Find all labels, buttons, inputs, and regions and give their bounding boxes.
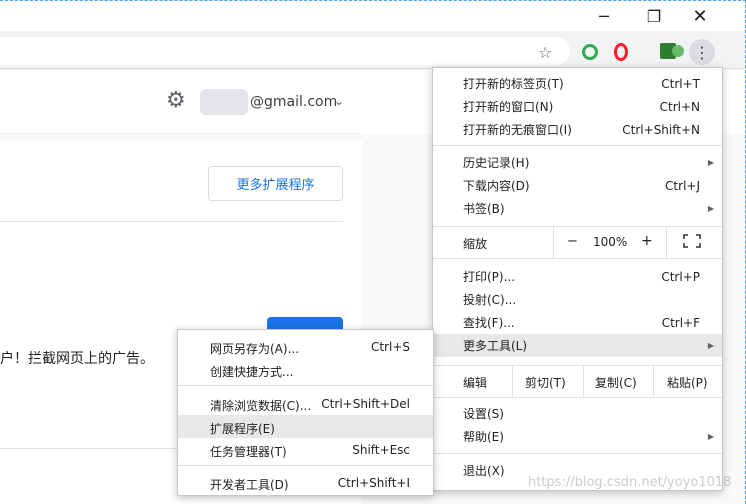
menu-separator — [433, 145, 722, 146]
submenu-item-dev-tools[interactable]: 开发者工具(D) Ctrl+Shift+I — [178, 471, 433, 494]
menu-item-shortcut: Ctrl+J — [665, 178, 700, 193]
extension-badge-icon — [672, 45, 684, 57]
submenu-item-label: 开发者工具(D) — [210, 478, 289, 492]
submenu-separator — [178, 465, 433, 466]
account-email[interactable]: @gmail.com — [250, 94, 337, 110]
submenu-item-label: 创建快捷方式... — [210, 365, 294, 379]
menu-item-history[interactable]: 历史记录(H) ▶ — [433, 151, 722, 174]
submenu-item-create-shortcut[interactable]: 创建快捷方式... — [178, 358, 433, 381]
card-divider — [0, 221, 343, 222]
zoom-out-button[interactable]: − — [567, 234, 578, 249]
menu-item-print[interactable]: 打印(P)... Ctrl+P — [433, 265, 722, 288]
menu-item-label: 投射(C)... — [463, 293, 517, 307]
close-button[interactable]: ✕ — [677, 1, 723, 31]
submenu-item-label: 任务管理器(T) — [210, 445, 287, 459]
menu-item-shortcut: Ctrl+T — [661, 76, 700, 91]
copy-button[interactable]: 复制(C) — [595, 374, 637, 391]
submenu-item-label: 清除浏览数据(C)... — [210, 399, 312, 413]
menu-edit-row: 编辑 剪切(T) 复制(C) 粘贴(P) — [433, 366, 722, 396]
menu-item-find[interactable]: 查找(F)... Ctrl+F — [433, 311, 722, 334]
edit-divider — [653, 366, 654, 396]
zoom-divider — [666, 227, 667, 258]
menu-separator — [433, 258, 722, 259]
menu-item-label: 设置(S) — [463, 407, 504, 421]
watermark: https://blog.csdn.net/yoyo1018 — [528, 475, 732, 490]
page-header: ⚙ @gmail.com ⌄ — [0, 70, 360, 134]
title-bar: ─ ❐ ✕ — [0, 1, 745, 31]
zoom-level: 100% — [593, 235, 628, 249]
menu-item-help[interactable]: 帮助(E) ▶ — [433, 425, 722, 448]
menu-item-shortcut: Ctrl+F — [661, 315, 700, 330]
minimize-button[interactable]: ─ — [581, 1, 627, 31]
menu-item-cast[interactable]: 投射(C)... — [433, 288, 722, 311]
edit-divider — [512, 366, 513, 396]
submenu-item-task-manager[interactable]: 任务管理器(T) Shift+Esc — [178, 438, 433, 461]
submenu-item-save-page[interactable]: 网页另存为(A)... Ctrl+S — [178, 335, 433, 358]
menu-item-downloads[interactable]: 下载内容(D) Ctrl+J — [433, 174, 722, 197]
menu-item-label: 打开新的无痕窗口(I) — [463, 123, 572, 137]
browser-toolbar: ☆ ⋮ — [0, 31, 745, 69]
submenu-item-shortcut: Ctrl+S — [370, 340, 410, 354]
menu-item-new-tab[interactable]: 打开新的标签页(T) Ctrl+T — [433, 72, 722, 95]
menu-item-label: 帮助(E) — [463, 430, 504, 444]
submenu-item-clear-data[interactable]: 清除浏览数据(C)... Ctrl+Shift+Del — [178, 392, 433, 415]
menu-item-label: 退出(X) — [463, 464, 505, 478]
menu-item-bookmarks[interactable]: 书签(B) ▶ — [433, 197, 722, 220]
cut-button[interactable]: 剪切(T) — [525, 374, 566, 391]
menu-item-label: 查找(F)... — [463, 316, 515, 330]
submenu-item-label: 扩展程序(E) — [210, 422, 275, 436]
menu-item-new-incognito[interactable]: 打开新的无痕窗口(I) Ctrl+Shift+N — [433, 118, 722, 141]
menu-item-label: 书签(B) — [463, 202, 505, 216]
maximize-button[interactable]: ❐ — [631, 1, 677, 31]
submenu-item-shortcut: Ctrl+Shift+I — [337, 476, 410, 490]
opera-extension-icon[interactable] — [614, 43, 628, 61]
edit-label: 编辑 — [463, 376, 488, 390]
submenu-arrow-icon: ▶ — [707, 341, 714, 350]
zoom-divider — [553, 227, 554, 258]
menu-item-label: 打开新的窗口(N) — [463, 100, 554, 114]
menu-item-label: 更多工具(L) — [463, 339, 528, 353]
menu-item-label: 打印(P)... — [463, 270, 516, 284]
address-bar[interactable] — [0, 37, 570, 65]
gear-icon[interactable]: ⚙ — [166, 88, 186, 113]
menu-item-new-window[interactable]: 打开新的窗口(N) Ctrl+N — [433, 95, 722, 118]
submenu-item-shortcut: Shift+Esc — [352, 443, 410, 457]
menu-item-more-tools[interactable]: 更多工具(L) ▶ — [433, 334, 722, 357]
menu-item-shortcut: Ctrl+N — [659, 99, 700, 114]
submenu-arrow-icon: ▶ — [707, 158, 714, 167]
menu-item-label: 历史记录(H) — [463, 156, 530, 170]
menu-separator — [433, 453, 722, 454]
chrome-main-menu: 打开新的标签页(T) Ctrl+T 打开新的窗口(N) Ctrl+N 打开新的无… — [432, 67, 723, 491]
menu-item-shortcut: Ctrl+Shift+N — [622, 122, 700, 137]
more-tools-submenu: 网页另存为(A)... Ctrl+S 创建快捷方式... 清除浏览数据(C)..… — [177, 329, 434, 496]
bookmark-star-icon[interactable]: ☆ — [538, 43, 552, 62]
submenu-item-label: 网页另存为(A)... — [210, 342, 300, 356]
submenu-item-extensions[interactable]: 扩展程序(E) — [178, 415, 433, 438]
menu-separator — [433, 397, 722, 398]
extension-description: 户！拦截网页上的广告。 — [0, 351, 154, 367]
more-extensions-button[interactable]: 更多扩展程序 — [208, 166, 343, 201]
avatar — [200, 89, 248, 115]
menu-item-settings[interactable]: 设置(S) — [433, 402, 722, 425]
menu-item-shortcut: Ctrl+P — [661, 269, 700, 284]
submenu-arrow-icon: ▶ — [707, 432, 714, 441]
zoom-in-button[interactable]: + — [641, 233, 653, 249]
edit-divider — [583, 366, 584, 396]
fullscreen-icon[interactable] — [683, 234, 701, 248]
submenu-separator — [178, 385, 433, 386]
menu-item-label: 打开新的标签页(T) — [463, 77, 564, 91]
zoom-label: 缩放 — [463, 237, 488, 251]
chrome-menu-button[interactable]: ⋮ — [689, 39, 715, 65]
green-ring-extension-icon[interactable] — [582, 44, 598, 60]
menu-zoom-row: 缩放 − 100% + — [433, 227, 722, 258]
submenu-arrow-icon: ▶ — [707, 204, 714, 213]
menu-item-label: 下载内容(D) — [463, 179, 530, 193]
chevron-down-icon[interactable]: ⌄ — [334, 94, 344, 108]
submenu-item-shortcut: Ctrl+Shift+Del — [321, 397, 410, 411]
paste-button[interactable]: 粘贴(P) — [667, 374, 708, 391]
